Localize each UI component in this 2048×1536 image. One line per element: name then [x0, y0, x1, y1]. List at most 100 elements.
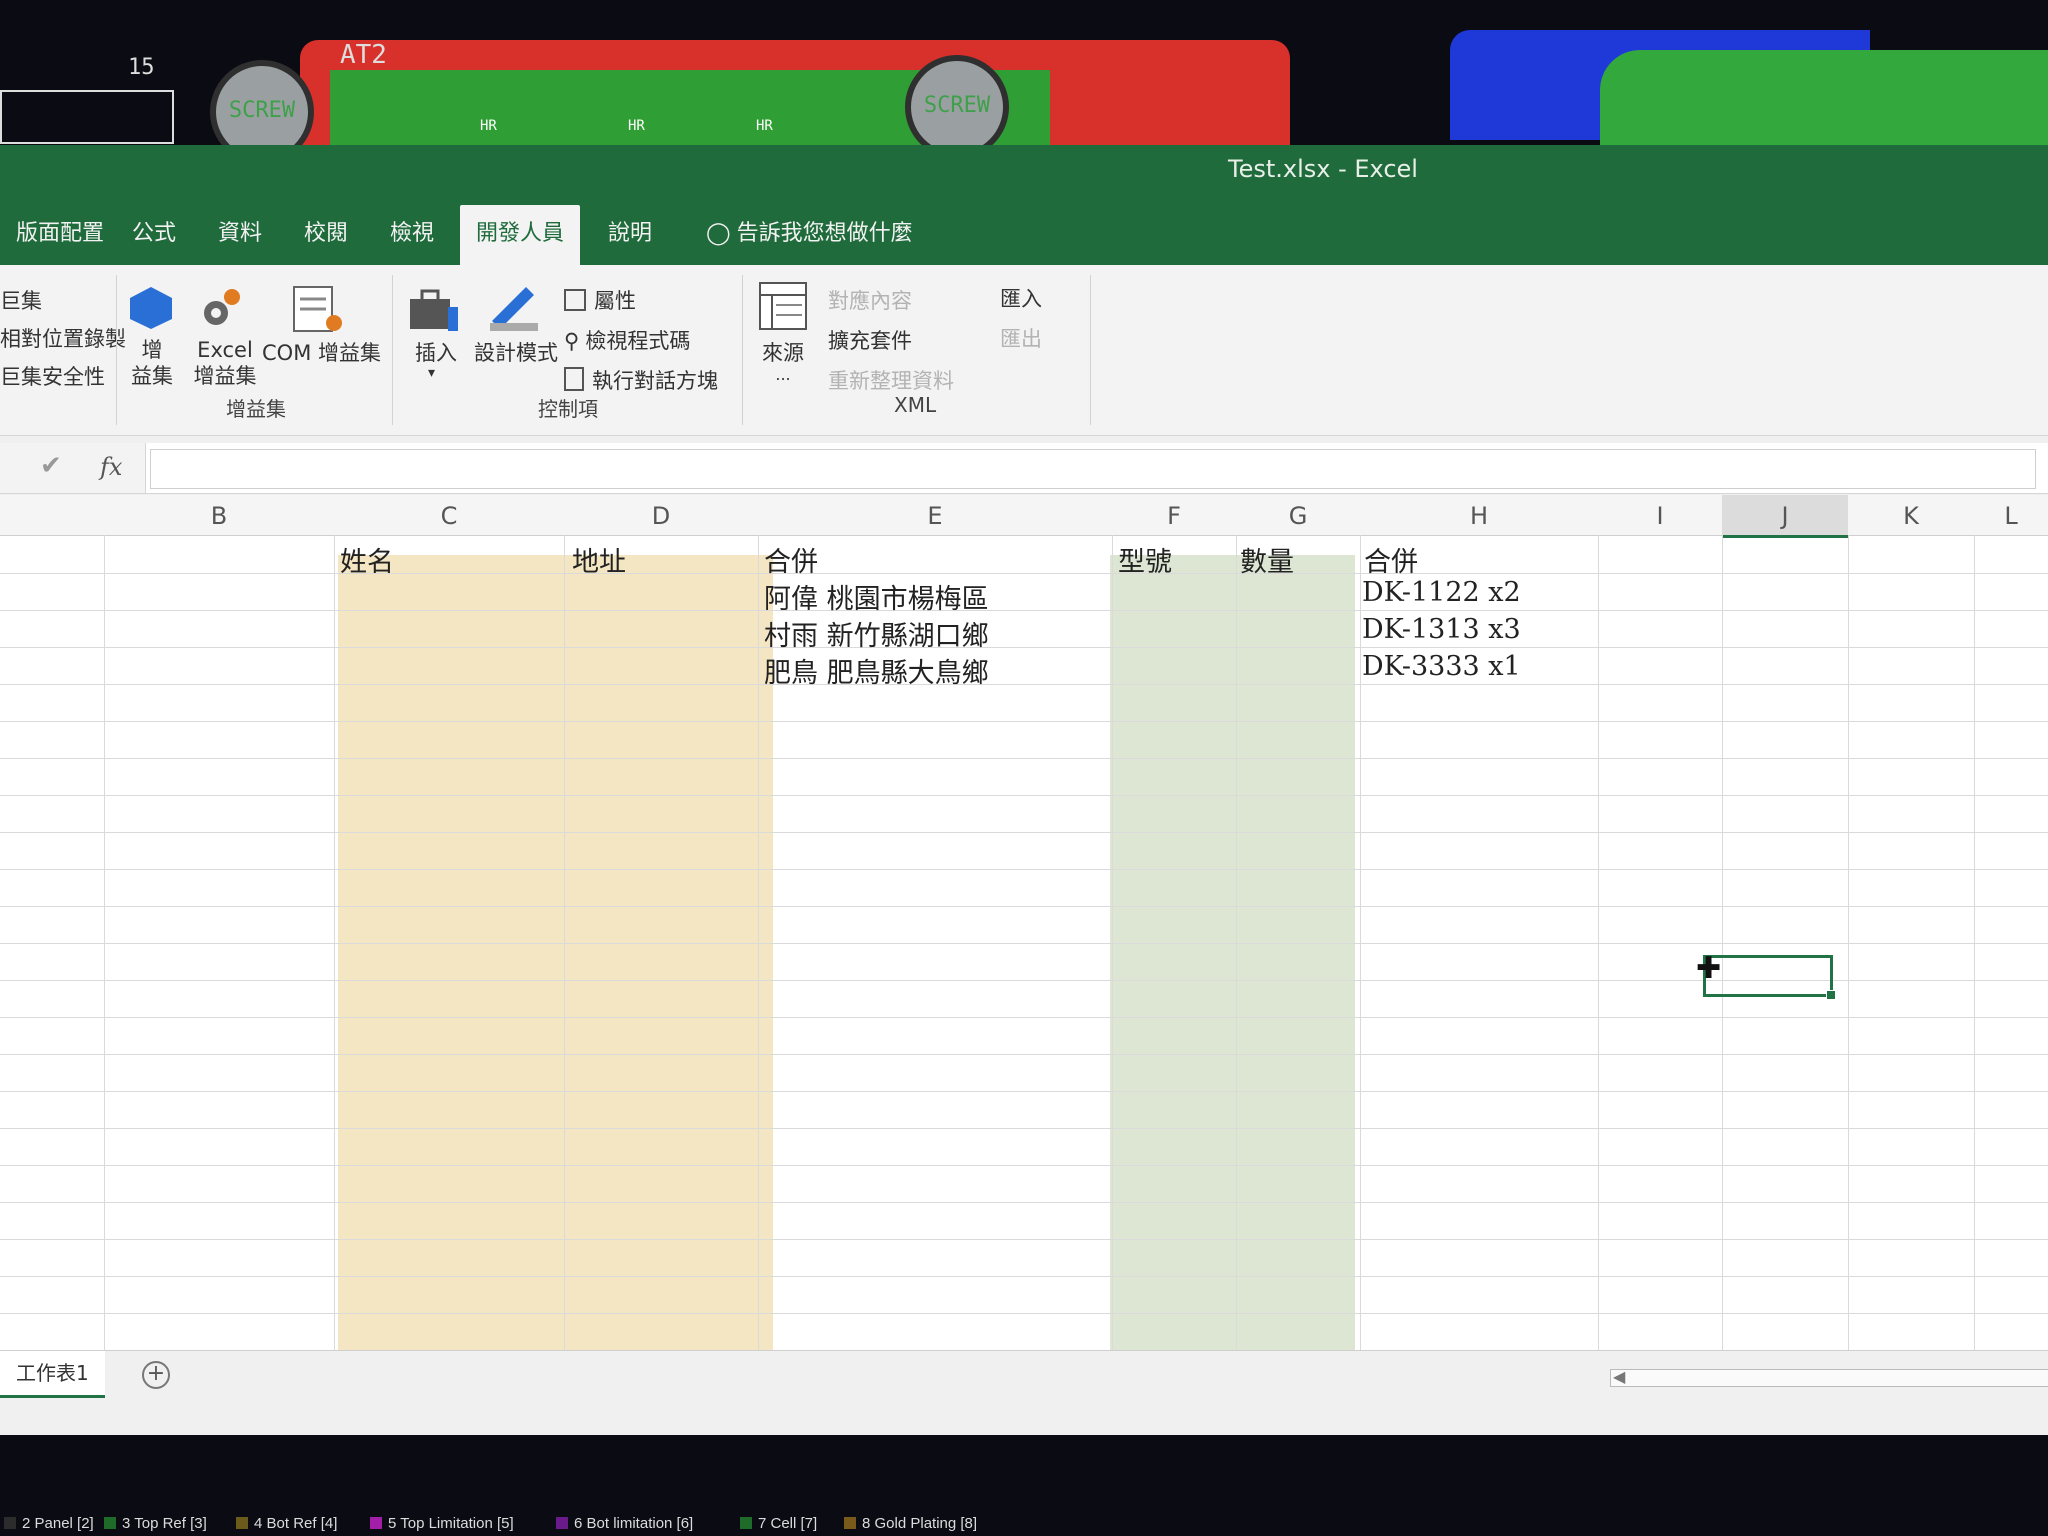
cell-e4[interactable]: 肥鳥 肥鳥縣大鳥鄉 [764, 651, 989, 690]
add-sheet-button[interactable]: + [142, 1361, 170, 1389]
macros-button[interactable]: 巨集 [0, 285, 42, 315]
com-addins-button[interactable]: COM 增益集 [262, 337, 381, 367]
row-gridline [0, 832, 2048, 833]
refresh-data-button[interactable]: 重新整理資料 [828, 365, 954, 395]
xml-source-icon [758, 281, 810, 337]
tab-formulas[interactable]: 公式 [116, 205, 192, 265]
layer-tab[interactable]: 4 Bot Ref [4] [236, 1515, 337, 1532]
column-header-d[interactable]: D [564, 495, 759, 536]
properties-icon [564, 289, 586, 311]
layer-color-swatch [370, 1517, 382, 1529]
layer-tab[interactable]: 5 Top Limitation [5] [370, 1515, 514, 1532]
horizontal-scrollbar[interactable]: ◀ [1610, 1367, 2048, 1387]
pcb-pad-label: HR [756, 118, 773, 134]
tell-me-search[interactable]: ◯ 告訴我您想做什麼 [690, 205, 929, 265]
row-gridline [0, 1313, 2048, 1314]
tab-page-layout[interactable]: 版面配置 [0, 205, 120, 265]
column-header-f[interactable]: F [1112, 495, 1237, 536]
row-gridline [0, 610, 2048, 611]
cell-h3[interactable]: DK-1313 x3 [1362, 614, 1521, 645]
sheet-tab-1[interactable]: 工作表1 [0, 1351, 105, 1398]
scroll-left-icon[interactable]: ◀ [1613, 1367, 1625, 1386]
column-gridline [1360, 535, 1361, 1350]
cell-e2[interactable]: 阿偉 桃園市楊梅區 [764, 577, 989, 616]
fill-handle[interactable] [1826, 990, 1836, 1000]
macro-security-button[interactable]: 巨集安全性 [0, 361, 105, 391]
group-label-xml: XML [894, 393, 937, 417]
tell-me-label: 告訴我您想做什麼 [736, 221, 913, 246]
column-header-e[interactable]: E [758, 495, 1113, 536]
column-header-j[interactable]: J [1722, 495, 1849, 538]
tab-review[interactable]: 校閱 [288, 205, 364, 265]
row-gridline [0, 1128, 2048, 1129]
cell-h4[interactable]: DK-3333 x1 [1362, 651, 1521, 682]
pcb-screw-hole: SCREW [905, 55, 1009, 150]
group-label-controls: 控制項 [538, 397, 598, 421]
screw-label: SCREW [228, 98, 296, 123]
column-header-g[interactable]: G [1236, 495, 1361, 536]
cell-e1[interactable]: 合併 [764, 540, 818, 579]
properties-label: 屬性 [594, 289, 636, 313]
column-header-h[interactable]: H [1360, 495, 1599, 536]
addins-button[interactable]: 增 益集 [122, 337, 182, 389]
column-gridline [1236, 535, 1237, 1350]
run-dialog-button[interactable]: 執行對話方塊 [564, 365, 718, 395]
ribbon-separator [392, 275, 393, 425]
cell-d1[interactable]: 地址 [572, 540, 626, 579]
xml-export-button[interactable]: 匯出 [1000, 323, 1042, 353]
lightbulb-icon: ◯ [706, 221, 731, 246]
ribbon-separator [742, 275, 743, 425]
tab-view[interactable]: 檢視 [374, 205, 450, 265]
properties-button[interactable]: 屬性 [564, 285, 636, 315]
formula-bar: ✔ fx [0, 443, 2048, 494]
column-header-k[interactable]: K [1848, 495, 1975, 536]
cell-g1[interactable]: 數量 [1240, 540, 1294, 579]
pcb-connector-pads [0, 90, 174, 144]
column-header-c[interactable]: C [334, 495, 565, 536]
design-mode-button[interactable]: 設計模式 [474, 337, 558, 367]
cell-h1[interactable]: 合併 [1364, 540, 1418, 579]
enter-check-icon[interactable]: ✔ [40, 451, 62, 481]
cell-c1[interactable]: 姓名 [340, 540, 394, 579]
layer-label: 4 Bot Ref [4] [254, 1515, 338, 1532]
map-properties-button[interactable]: 對應內容 [828, 285, 912, 315]
column-header-i[interactable]: I [1598, 495, 1723, 536]
ribbon-separator [1090, 275, 1091, 425]
layer-color-swatch [740, 1517, 752, 1529]
layer-label: 7 Cell [7] [758, 1515, 818, 1532]
layer-tab[interactable]: 3 Top Ref [3] [104, 1515, 207, 1532]
fill-range-c-d [338, 555, 773, 1355]
record-relative-button[interactable]: 相對位置錄製 [0, 323, 126, 353]
excel-addins-button[interactable]: Excel 增益集 [190, 337, 260, 389]
tab-data[interactable]: 資料 [202, 205, 278, 265]
insert-function-icon[interactable]: fx [100, 453, 122, 481]
layer-tab[interactable]: 6 Bot limitation [6] [556, 1515, 693, 1532]
window-title: Test.xlsx - Excel [1228, 155, 1418, 183]
column-header-a[interactable] [0, 495, 105, 536]
row-gridline [0, 1017, 2048, 1018]
layer-tab[interactable]: 2 Panel [2] [4, 1515, 94, 1532]
column-gridline [1598, 535, 1599, 1350]
worksheet-grid[interactable]: B C D E F G H I J K L 姓名 地址 合併 阿偉 桃園市楊梅區… [0, 495, 2048, 1355]
cell-f1[interactable]: 型號 [1118, 540, 1172, 579]
layer-label: 6 Bot limitation [6] [574, 1515, 694, 1532]
layer-tab[interactable]: 8 Gold Plating [8] [844, 1515, 977, 1532]
insert-control-button[interactable]: 插入 [410, 337, 462, 367]
xml-import-button[interactable]: 匯入 [1000, 283, 1042, 313]
column-header-b[interactable]: B [104, 495, 335, 536]
formula-input[interactable] [150, 449, 2036, 489]
layer-color-swatch [236, 1517, 248, 1529]
view-code-button[interactable]: ⚲ 檢視程式碼 [564, 325, 690, 355]
column-header-l[interactable]: L [1974, 495, 2048, 536]
layer-tab[interactable]: 7 Cell [7] [740, 1515, 817, 1532]
tab-help[interactable]: 說明 [592, 205, 668, 265]
column-gridline [1112, 535, 1113, 1350]
xml-source-button[interactable]: 來源 [756, 337, 810, 367]
layer-color-swatch [104, 1517, 116, 1529]
cell-h2[interactable]: DK-1122 x2 [1362, 577, 1521, 608]
tab-developer[interactable]: 開發人員 [460, 205, 581, 265]
expansion-packs-button[interactable]: 擴充套件 [828, 325, 912, 355]
active-cell-selection[interactable] [1703, 955, 1836, 1000]
column-gridline [1848, 535, 1849, 1350]
cell-e3[interactable]: 村雨 新竹縣湖口鄉 [764, 614, 989, 653]
